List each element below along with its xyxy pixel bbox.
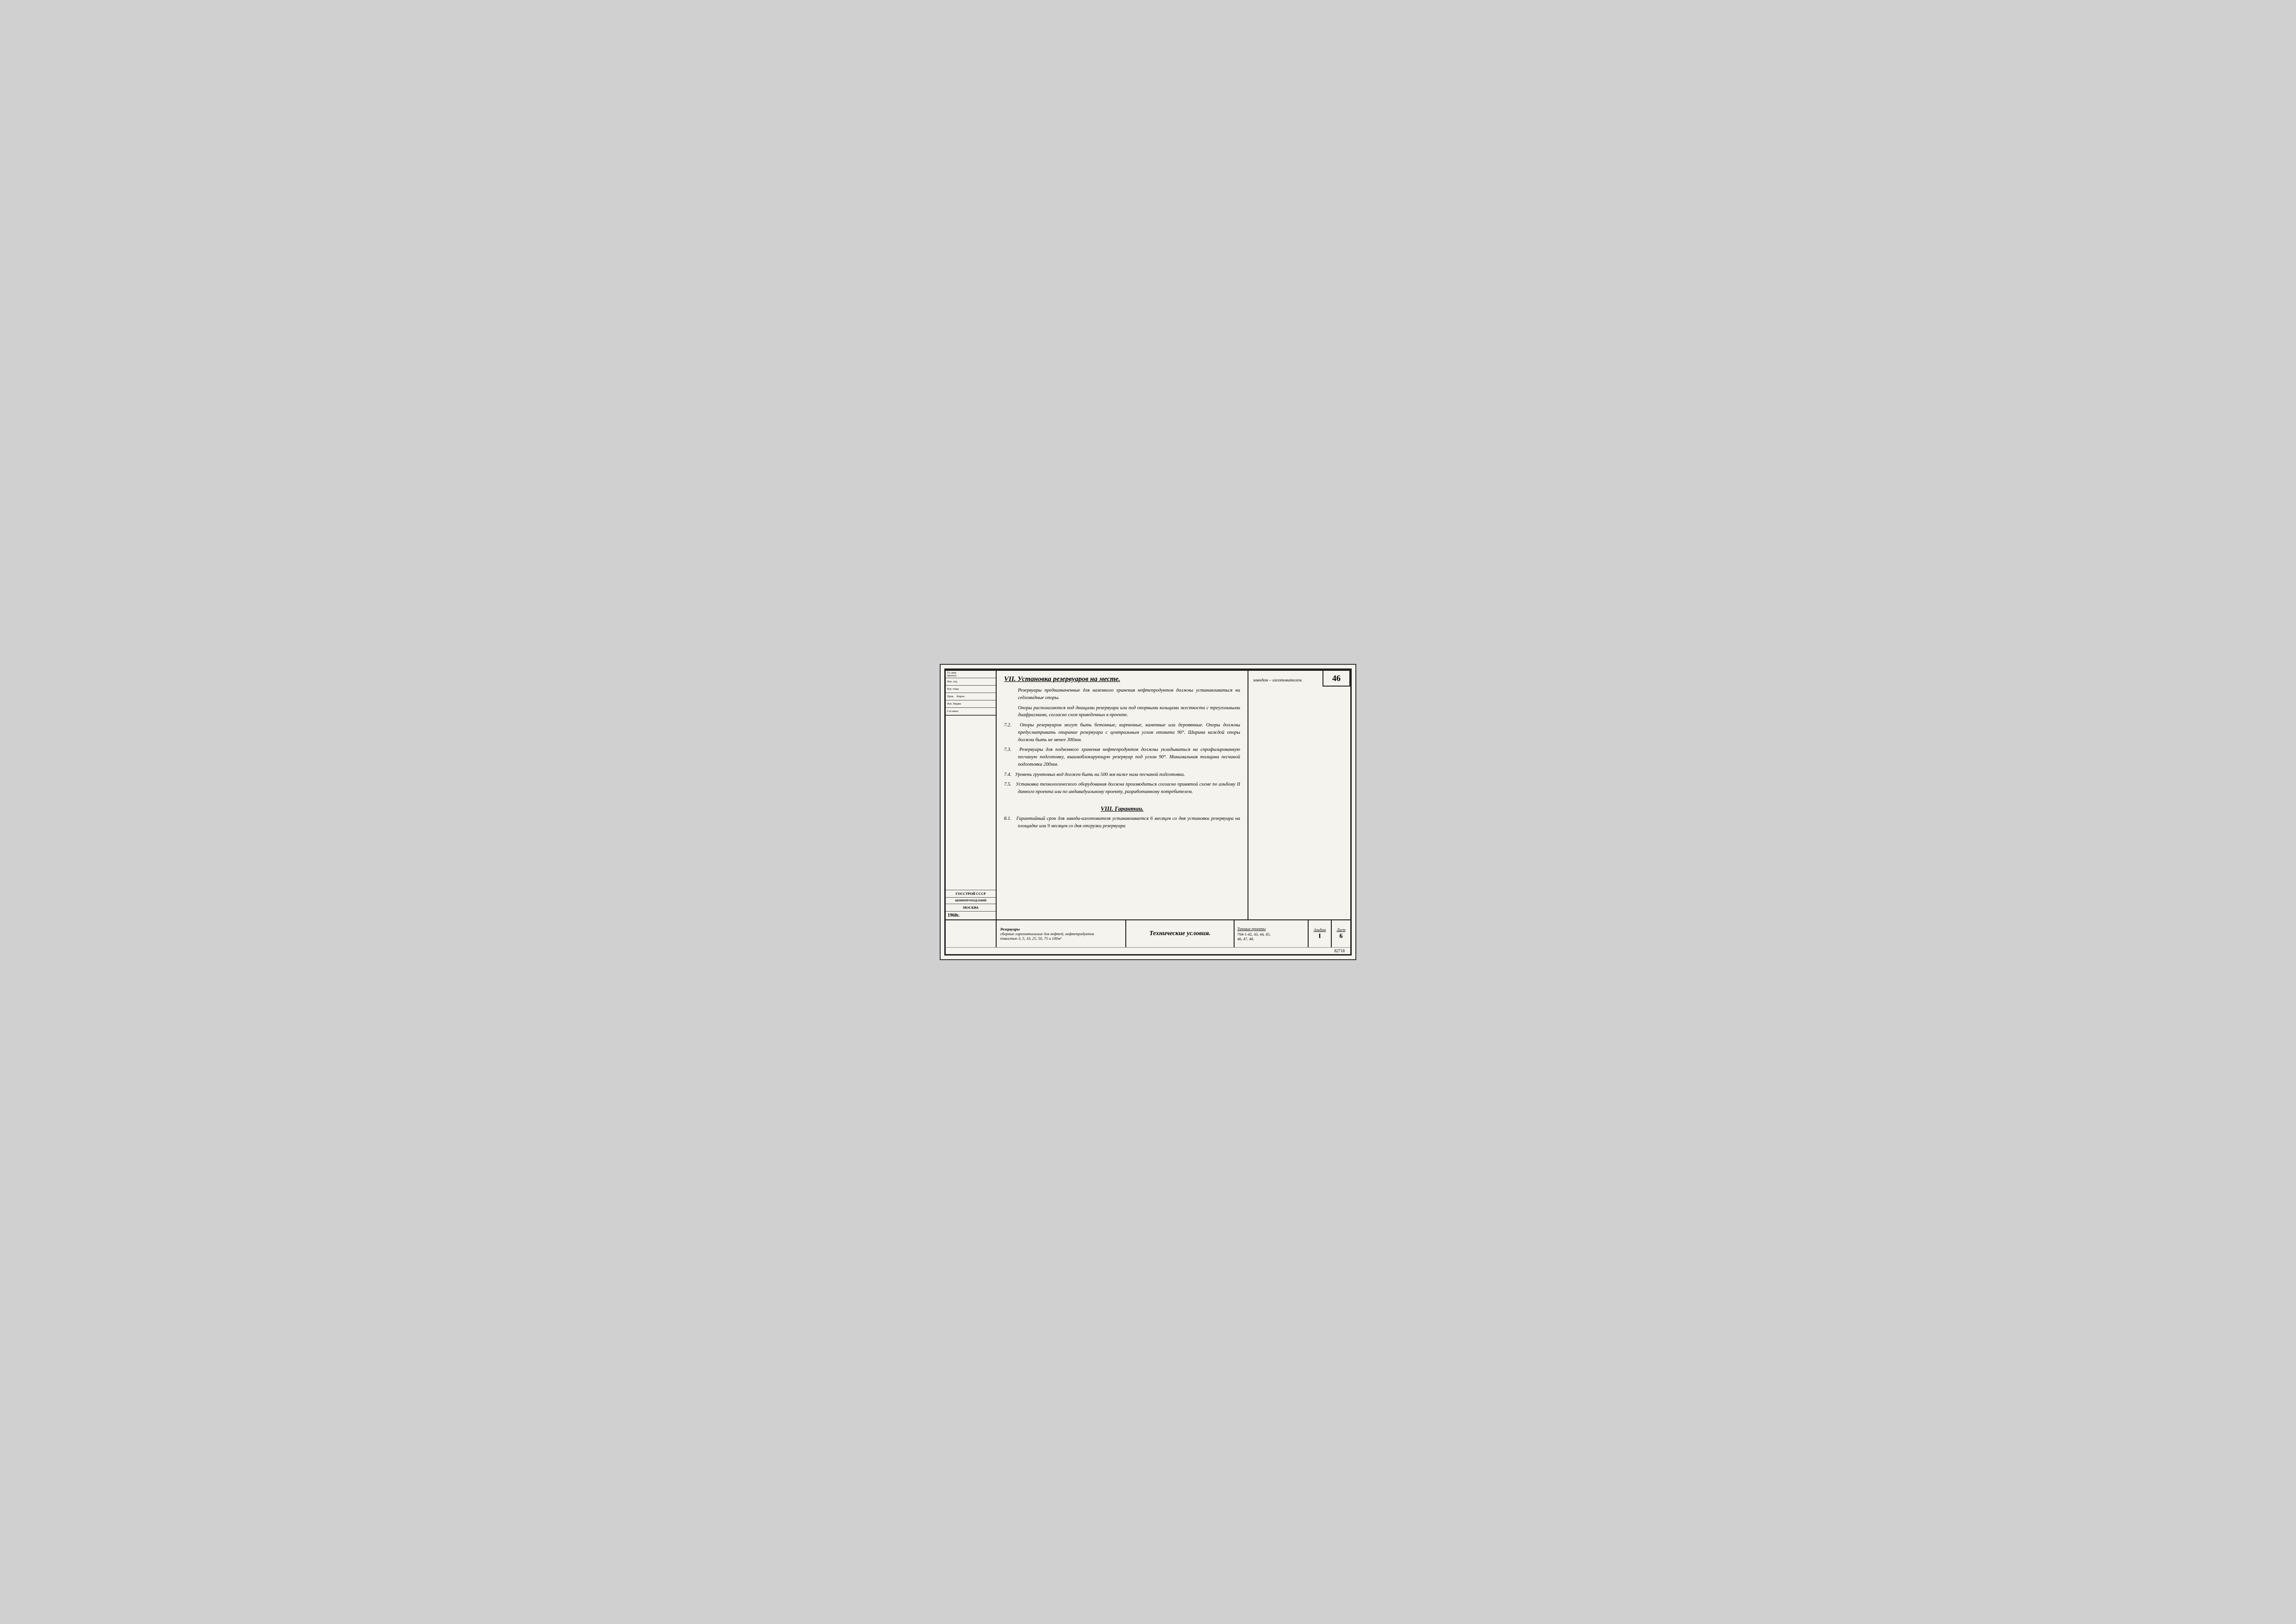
org-moscow: МОСКВА bbox=[946, 904, 996, 911]
document-number-row: 82718 bbox=[946, 947, 1350, 954]
sidebar-role-4: Пров. bbox=[946, 693, 955, 700]
footer-standards-label: Типовые проекты bbox=[1237, 927, 1305, 931]
footer-album: Альбом I bbox=[1309, 920, 1332, 947]
footer-desc-line3: ёмкостью 3, 5, 10, 25, 50, 75 и 100м³ bbox=[1000, 936, 1122, 941]
footer-left-spacer bbox=[946, 920, 997, 947]
footer-album-label: Альбом bbox=[1314, 927, 1326, 932]
document-page: 46 Гл. инж.проекта Нач. отд. bbox=[940, 664, 1356, 960]
footer-description: Резервуары сборные горизонтальные для не… bbox=[997, 920, 1126, 947]
sidebar-sign-6 bbox=[960, 708, 962, 715]
sidebar-role-1: Гл. инж.проекта bbox=[946, 671, 958, 678]
footer-standards-nums1: 704-1-42, 43, 44, 45, bbox=[1237, 932, 1305, 937]
sidebar-role-6: Составил bbox=[946, 708, 960, 715]
sidebar-sign-3 bbox=[960, 686, 963, 693]
right-panel: заводом – изготовителем. bbox=[1248, 671, 1350, 919]
footer-album-value: I bbox=[1318, 933, 1321, 940]
footer-desc-line2: сборные горизонтальные для нефтей, нефте… bbox=[1000, 931, 1122, 936]
footer-row: Резервуары сборные горизонтальные для не… bbox=[946, 919, 1350, 947]
main-text-content: VII. Установка резервуаров на месте. Рез… bbox=[997, 671, 1248, 919]
sidebar-role-5: Нач. Марин bbox=[946, 700, 962, 707]
page-number-box: 46 bbox=[1323, 670, 1350, 687]
footer-desc-line1: Резервуары bbox=[1000, 927, 1122, 931]
para-7-3: 7.3. Резервуары для подземного хранения … bbox=[1004, 746, 1240, 768]
footer-sheet: Лист 6 bbox=[1332, 920, 1350, 947]
content-area: Гл. инж.проекта Нач. отд. Рук. темы Пров… bbox=[946, 670, 1350, 919]
org-gosstroi: ГОССТРОЙ СССР bbox=[946, 890, 996, 897]
footer-standards: Типовые проекты 704-1-42, 43, 44, 45, 46… bbox=[1235, 920, 1309, 947]
document-number: 82718 bbox=[1335, 949, 1345, 953]
org-tsnii: ЦНИИПРОМЗДАНИЙ bbox=[946, 897, 996, 904]
footer-title: Технические условия. bbox=[1126, 920, 1235, 947]
year-label: 1968г. bbox=[946, 911, 996, 919]
sidebar-role-2: Нач. отд. bbox=[946, 678, 959, 685]
para-7-4: 7.4. Уровень грунтовых вод должен быть н… bbox=[1004, 771, 1240, 779]
section7-title: VII. Установка резервуаров на месте. bbox=[1004, 675, 1240, 683]
para-supports: Опоры располагаются под днищами резервуа… bbox=[1004, 705, 1240, 719]
para-7-5: 7.5. Установка технологического оборудов… bbox=[1004, 781, 1240, 796]
para-7-2: 7.2. Опоры резервуаров могут быть бетонн… bbox=[1004, 722, 1240, 743]
para-intro: Резервуары предназначенные для наземного… bbox=[1004, 687, 1240, 702]
sidebar-sign-2 bbox=[959, 678, 962, 685]
page-number: 46 bbox=[1332, 674, 1341, 683]
para-8-1: 8.1. Гарантийный срок для завода-изготов… bbox=[1004, 815, 1240, 830]
outer-border: 46 Гл. инж.проекта Нач. отд. bbox=[944, 668, 1352, 956]
section8-title: VIII. Гарантии. bbox=[1004, 805, 1240, 812]
sidebar-role-3: Рук. темы bbox=[946, 686, 960, 693]
left-sidebar: Гл. инж.проекта Нач. отд. Рук. темы Пров… bbox=[946, 671, 997, 919]
footer-standards-nums2: 46, 47, 48. bbox=[1237, 937, 1305, 941]
sidebar-sign-1 bbox=[958, 671, 961, 678]
footer-sheet-label: Лист bbox=[1337, 928, 1346, 932]
sidebar-sign-4: Корин bbox=[955, 693, 966, 700]
sidebar-sign-5 bbox=[962, 700, 965, 707]
footer-sheet-value: 6 bbox=[1340, 933, 1343, 940]
